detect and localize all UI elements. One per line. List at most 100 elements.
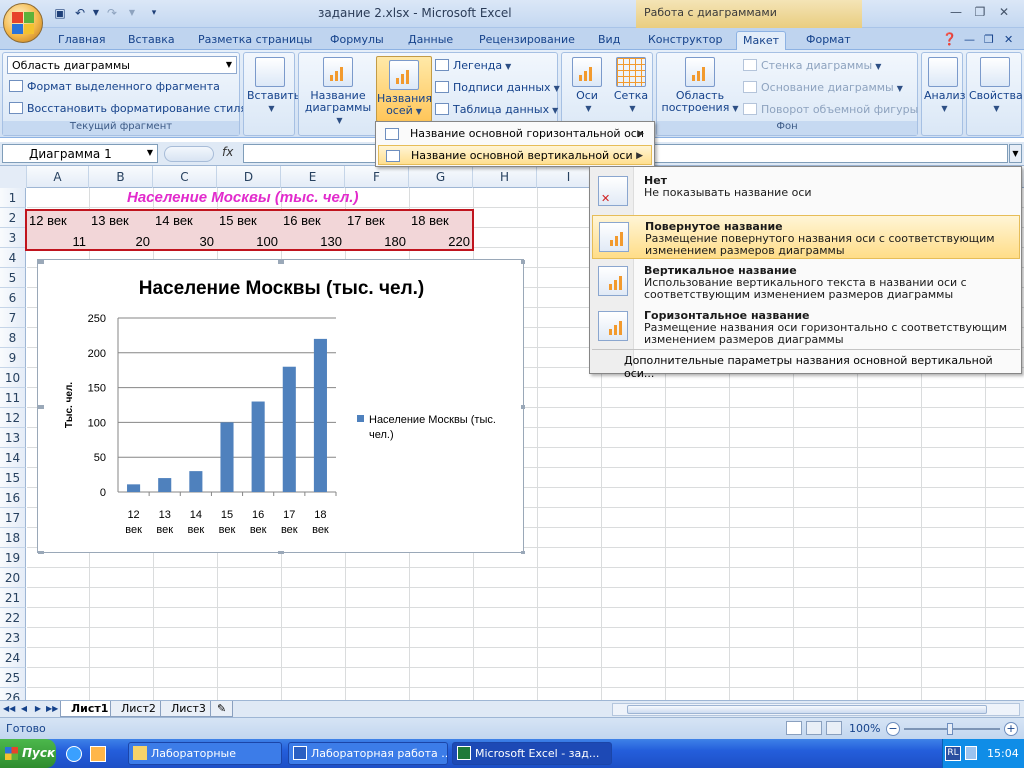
option-vertical-title[interactable]: Вертикальное название Использование верт… (592, 260, 1020, 304)
tab-page-layout[interactable]: Разметка страницы (192, 31, 318, 50)
row-header-4[interactable]: 4 (0, 248, 26, 268)
axes-button[interactable]: Оси ▼ (566, 57, 608, 115)
tab-layout[interactable]: Макет (736, 31, 787, 50)
select-all-corner[interactable] (0, 166, 27, 188)
row-header-12[interactable]: 12 (0, 408, 26, 428)
cell-row3[interactable]: 20 (89, 232, 150, 252)
row-header-19[interactable]: 19 (0, 548, 26, 568)
minimize-icon[interactable]: — (946, 4, 966, 20)
tab-view[interactable]: Вид (592, 31, 626, 50)
cell-row3[interactable]: 220 (409, 232, 470, 252)
cell-row3[interactable]: 30 (153, 232, 214, 252)
chart-element-selector[interactable]: Область диаграммы ▼ (7, 56, 237, 74)
row-header-13[interactable]: 13 (0, 428, 26, 448)
insert-button[interactable]: Вставить ▼ (247, 57, 300, 115)
tab-home[interactable]: Главная (52, 31, 112, 50)
office-button[interactable] (3, 3, 43, 43)
column-header-e[interactable]: E (281, 166, 345, 188)
option-rotated-title[interactable]: Повернутое название Размещение повернуто… (592, 215, 1020, 259)
row-header-18[interactable]: 18 (0, 528, 26, 548)
redo-dropdown-icon[interactable]: ▼ (124, 5, 140, 21)
row-header-3[interactable]: 3 (0, 228, 26, 248)
data-table-button[interactable]: Таблица данных ▼ (435, 101, 558, 119)
column-header-b[interactable]: B (89, 166, 153, 188)
ribbon-restore-icon[interactable]: ❐ (978, 31, 1000, 50)
3d-rotation-button[interactable]: Поворот объемной фигуры (743, 101, 918, 119)
column-header-d[interactable]: D (217, 166, 281, 188)
row-header-23[interactable]: 23 (0, 628, 26, 648)
language-indicator[interactable]: RL (945, 746, 961, 761)
next-sheet-icon[interactable]: ▶ (32, 703, 44, 715)
last-sheet-icon[interactable]: ▶▶ (46, 703, 58, 715)
row-header-8[interactable]: 8 (0, 328, 26, 348)
prev-sheet-icon[interactable]: ◀ (18, 703, 30, 715)
save-icon[interactable]: ▣ (52, 5, 68, 21)
cell-row2[interactable]: 17 век (347, 211, 385, 231)
tab-insert[interactable]: Вставка (122, 31, 181, 50)
cell-row2[interactable]: 13 век (91, 211, 129, 231)
option-none[interactable]: ✕ Нет Не показывать название оси (592, 170, 1020, 214)
zoom-slider-thumb[interactable] (947, 723, 953, 735)
tab-review[interactable]: Рецензирование (473, 31, 581, 50)
row-header-11[interactable]: 11 (0, 388, 26, 408)
row-header-20[interactable]: 20 (0, 568, 26, 588)
cell-row2[interactable]: 18 век (411, 211, 449, 231)
analysis-button[interactable]: Анализ ▼ (924, 57, 966, 115)
first-sheet-icon[interactable]: ◀◀ (3, 703, 15, 715)
volume-icon[interactable] (965, 746, 977, 760)
column-header-h[interactable]: H (473, 166, 537, 188)
sheet-title-cell[interactable]: Население Москвы (тыс. чел.) (127, 189, 358, 206)
sheet-tab-2[interactable]: Лист2 (110, 701, 167, 717)
row-header-1[interactable]: 1 (0, 188, 26, 208)
chart-area[interactable]: Население Москвы (тыс. чел.) 0 50 100 150 20… (37, 259, 525, 554)
redo-icon[interactable]: ↷ (104, 5, 120, 21)
column-header-f[interactable]: F (345, 166, 409, 188)
cell-row2[interactable]: 16 век (283, 211, 321, 231)
cell-row3[interactable]: 130 (281, 232, 342, 252)
internet-explorer-icon[interactable] (66, 746, 82, 762)
tab-design[interactable]: Конструктор (642, 31, 728, 50)
horizontal-scrollbar[interactable] (612, 703, 1020, 716)
row-header-2[interactable]: 2 (0, 208, 26, 228)
sheet-tab-3[interactable]: Лист3 (160, 701, 217, 717)
row-header-17[interactable]: 17 (0, 508, 26, 528)
scroll-thumb[interactable] (627, 705, 987, 714)
cell-row3[interactable]: 100 (217, 232, 278, 252)
taskbar-item-excel[interactable]: Microsoft Excel - зад... (452, 742, 612, 765)
row-header-22[interactable]: 22 (0, 608, 26, 628)
row-header-16[interactable]: 16 (0, 488, 26, 508)
close-icon[interactable]: ✕ (994, 4, 1014, 20)
page-break-view-icon[interactable] (826, 721, 842, 735)
undo-dropdown-icon[interactable]: ▼ (88, 5, 104, 21)
menu-item-horizontal-axis-title[interactable]: Название основной горизонтальной оси ▶ (378, 124, 652, 144)
option-horizontal-title[interactable]: Горизонтальное название Размещение назва… (592, 305, 1020, 349)
name-box[interactable]: Диаграмма 1 ▼ (2, 144, 158, 163)
plot-area-button[interactable]: Область построения ▼ (661, 57, 739, 115)
row-header-26[interactable]: 26 (0, 688, 26, 700)
chart-wall-button[interactable]: Стенка диаграммы ▼ (743, 57, 881, 75)
undo-icon[interactable]: ↶ (72, 5, 88, 21)
row-header-9[interactable]: 9 (0, 348, 26, 368)
taskbar-item-word[interactable]: Лабораторная работа ... (288, 742, 448, 765)
cell-row3[interactable]: 11 (27, 232, 87, 252)
cell-row2[interactable]: 15 век (219, 211, 257, 231)
cell-row2[interactable]: 12 век (29, 211, 67, 231)
zoom-out-icon[interactable]: − (886, 722, 900, 736)
row-header-21[interactable]: 21 (0, 588, 26, 608)
row-header-15[interactable]: 15 (0, 468, 26, 488)
row-header-10[interactable]: 10 (0, 368, 26, 388)
more-axis-title-options[interactable]: Дополнительные параметры названия основн… (624, 354, 1021, 380)
taskbar-item-folder[interactable]: Лабораторные (128, 742, 282, 765)
normal-view-icon[interactable] (786, 721, 802, 735)
row-header-5[interactable]: 5 (0, 268, 26, 288)
axis-titles-button[interactable]: Названия осей ▼ (376, 56, 432, 122)
legend-button[interactable]: Легенда ▼ (435, 57, 511, 75)
show-desktop-icon[interactable] (90, 746, 106, 762)
workbook-close-icon[interactable]: ✕ (998, 31, 1019, 50)
zoom-level[interactable]: 100% (849, 722, 880, 735)
menu-item-vertical-axis-title[interactable]: Название основной вертикальной оси ▶ (378, 145, 652, 165)
row-header-6[interactable]: 6 (0, 288, 26, 308)
cell-row3[interactable]: 180 (345, 232, 406, 252)
tab-formulas[interactable]: Формулы (324, 31, 390, 50)
column-header-c[interactable]: C (153, 166, 217, 188)
